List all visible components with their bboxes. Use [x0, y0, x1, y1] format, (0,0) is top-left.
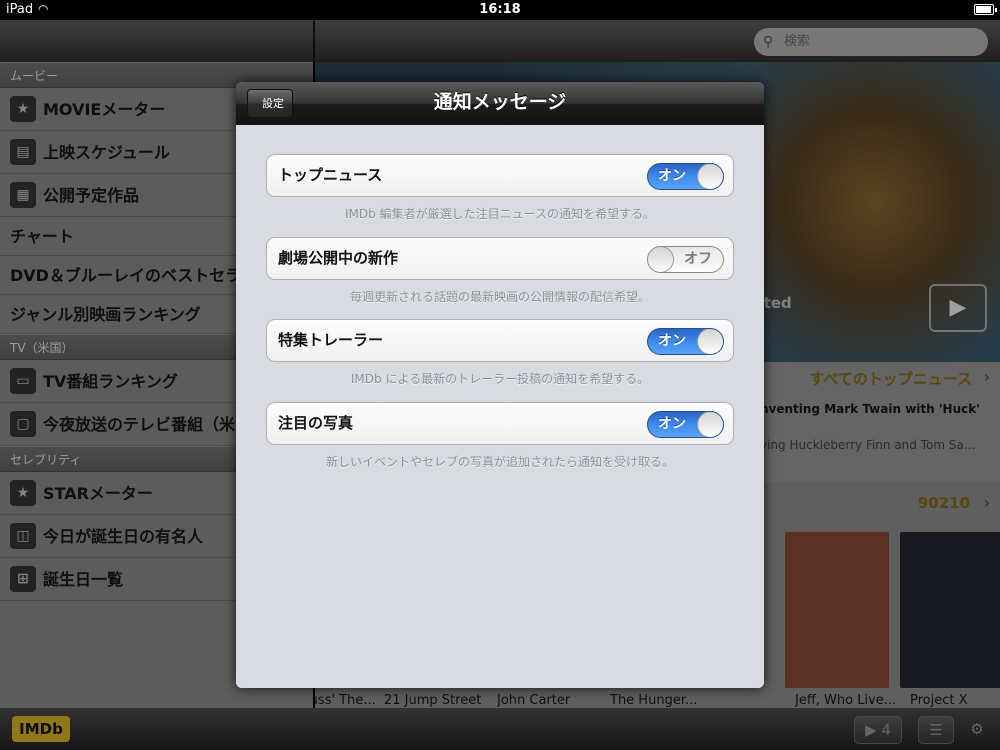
setting-label: トップニュース: [278, 166, 383, 184]
setting-label: 特集トレーラー: [278, 331, 384, 349]
toggle-state-label: オン: [658, 416, 686, 432]
setting-row: 劇場公開中の新作 オフ: [266, 237, 734, 280]
toggle-state-label: オン: [658, 168, 686, 184]
modal-nav-bar: 設定 通知メッセージ: [236, 82, 764, 125]
toggle-knob[interactable]: [697, 164, 723, 189]
setting-description: IMDb による最新のトレーラー投稿の通知を希望する。: [350, 372, 650, 386]
setting-label: 注目の写真: [278, 414, 354, 432]
setting-label: 劇場公開中の新作: [278, 249, 399, 267]
notifications-modal: 設定 通知メッセージ トップニュース オン IMDb 編集者が厳選した注目ニュースの…: [236, 82, 764, 688]
modal-body: トップニュース オン IMDb 編集者が厳選した注目ニュースの通知を希望する。 劇場公…: [236, 125, 764, 688]
modal-title: 通知メッセージ: [433, 91, 567, 113]
toggle-switch[interactable]: オフ: [647, 246, 724, 273]
status-bar: iPad ◠ 16:18: [0, 0, 1000, 20]
setting-row: 注目の写真 オン: [266, 402, 734, 445]
toggle-state-label: オン: [658, 333, 686, 349]
toggle-state-label: オフ: [684, 251, 712, 267]
setting-row: 特集トレーラー オン: [266, 319, 734, 362]
toggle-switch[interactable]: オン: [647, 163, 724, 190]
setting-description: 毎週更新される話題の最新映画の公開情報の配信希望。: [349, 290, 650, 304]
toggle-knob[interactable]: [697, 329, 723, 354]
toggle-knob[interactable]: [648, 247, 674, 272]
setting-description: 新しいイベントやセレブの写真が追加されたら通知を受け取る。: [325, 455, 674, 469]
setting-description: IMDb 編集者が厳選した注目ニュースの通知を希望する。: [345, 207, 655, 221]
toggle-switch[interactable]: オン: [647, 328, 724, 355]
toggle-switch[interactable]: オン: [647, 411, 724, 438]
toggle-knob[interactable]: [697, 412, 723, 437]
clock: 16:18: [479, 2, 521, 17]
setting-row: トップニュース オン: [266, 154, 734, 197]
battery-icon: [974, 4, 997, 15]
